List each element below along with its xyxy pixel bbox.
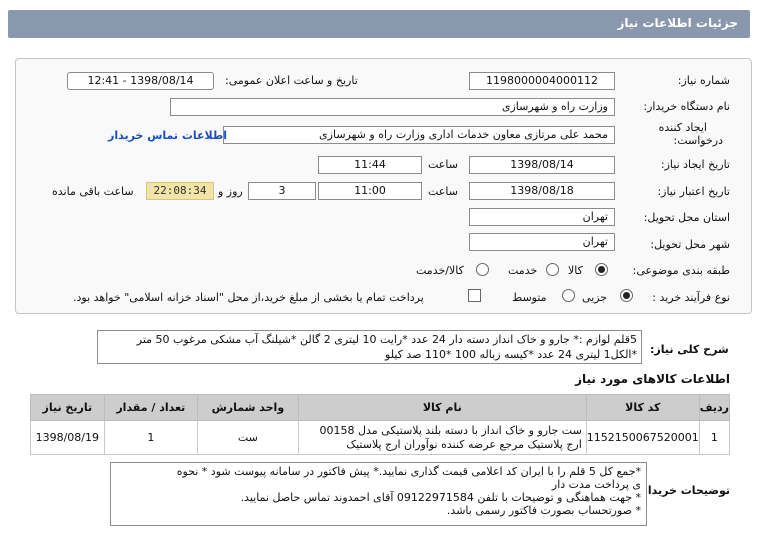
buyer-contact-link[interactable]: اطلاعات تماس خریدار xyxy=(108,129,227,142)
validity-label: تاریخ اعتبار نیاز: xyxy=(657,185,730,198)
col-row: ردیف xyxy=(698,394,731,421)
items-table-header: ردیف کد کالا نام کالا واحد شمارش تعداد /… xyxy=(30,394,731,421)
category-both-label: کالا/خدمت xyxy=(416,264,464,277)
item-unit: ست xyxy=(197,420,299,455)
col-name: نام کالا xyxy=(297,394,587,421)
notes-line: * صورتحساب بصورت فاکتور رسمی باشد. xyxy=(446,504,641,517)
validity-hour-label: ساعت xyxy=(428,185,458,198)
notes-label: توضیحات خریدار: xyxy=(637,484,730,497)
city-label: شهر محل تحویل: xyxy=(650,238,730,251)
need-number-field: 1198000004000112 xyxy=(469,72,615,90)
col-qty: تعداد / مقدار xyxy=(103,394,199,421)
item-name-line: ست جارو و خاک انداز با دسته بلند پلاستیک… xyxy=(319,423,582,437)
remaining-label: ساعت باقی مانده xyxy=(52,185,134,198)
category-service-label: خدمت xyxy=(508,264,538,277)
need-number-label: شماره نیاز: xyxy=(677,74,730,87)
row-number: 1 xyxy=(698,420,731,455)
description-line: *الکل1 لیتری 24 عدد *کیسه زباله 100 *110… xyxy=(385,348,637,361)
creator-field: محمد علی مرتازی معاون خدمات اداری وزارت … xyxy=(223,126,615,144)
buyer-org-field: وزارت راه و شهرسازی xyxy=(170,98,615,116)
process-minor-label: جزیی xyxy=(582,291,608,304)
creator-label-2: درخواست: xyxy=(673,134,723,147)
items-table: ردیف کد کالا نام کالا واحد شمارش تعداد /… xyxy=(30,394,731,455)
days-label: روز و xyxy=(218,185,243,198)
item-code: 1152150067520001 xyxy=(585,420,700,455)
col-code: کد کالا xyxy=(585,394,700,421)
buyer-org-label: نام دستگاه خریدار: xyxy=(643,100,730,113)
treasury-payment-note: پرداخت تمام یا بخشی از مبلغ خرید،از محل … xyxy=(73,291,424,304)
validity-time-field: 11:00 xyxy=(318,182,422,200)
item-date: 1398/08/19 xyxy=(30,420,105,455)
province-field: تهران xyxy=(469,208,615,226)
created-hour-label: ساعت xyxy=(428,158,458,171)
days-field: 3 xyxy=(248,182,316,200)
table-row: 1 1152150067520001 ست جارو و خاک انداز ب… xyxy=(30,420,731,455)
announce-field: 1398/08/14 - 12:41 xyxy=(67,72,214,90)
validity-date-field: 1398/08/18 xyxy=(469,182,615,200)
created-date-label: تاریخ ایجاد نیاز: xyxy=(660,158,730,171)
process-medium-label: متوسط xyxy=(512,291,547,304)
announce-label: تاریخ و ساعت اعلان عمومی: xyxy=(225,74,358,87)
notes-line: *جمع کل 5 قلم را با ایران کد اعلامی قیمت… xyxy=(176,465,641,478)
remaining-time-badge: 22:08:34 xyxy=(146,182,214,200)
category-both-radio[interactable] xyxy=(476,263,489,276)
city-field: تهران xyxy=(469,233,615,251)
description-line: 5قلم لوازم :* جارو و خاک انداز دسته دار … xyxy=(136,333,637,346)
process-label: نوع فرآیند خرید : xyxy=(652,291,730,304)
category-goods-label: کالا xyxy=(568,264,583,277)
item-qty: 1 xyxy=(103,420,199,455)
creator-label: ایجاد کننده xyxy=(658,121,707,134)
process-minor-radio[interactable] xyxy=(620,289,633,302)
created-date-field: 1398/08/14 xyxy=(469,156,615,174)
description-label: شرح کلی نیاز: xyxy=(650,343,729,356)
created-time-field: 11:44 xyxy=(318,156,422,174)
page-title: جزئیات اطلاعات نیاز xyxy=(617,16,738,30)
item-name: ست جارو و خاک انداز با دسته بلند پلاستیک… xyxy=(297,420,587,455)
col-unit: واحد شمارش xyxy=(197,394,299,421)
province-label: استان محل تحویل: xyxy=(643,211,730,224)
treasury-payment-checkbox[interactable] xyxy=(468,289,481,302)
process-medium-radio[interactable] xyxy=(562,289,575,302)
items-section-title: اطلاعات کالاهای مورد نیاز xyxy=(575,372,730,386)
item-name-line: ارج پلاستیک مرجع عرضه کننده نوآوران ارج … xyxy=(346,437,582,451)
page-header: جزئیات اطلاعات نیاز xyxy=(8,10,750,38)
notes-line: ی پرداخت مدت دار xyxy=(551,478,641,491)
notes-line: * جهت هماهنگی و توضیحات با تلفن 09122971… xyxy=(240,491,641,504)
col-date: تاریخ نیاز xyxy=(30,394,105,421)
category-goods-radio[interactable] xyxy=(595,263,608,276)
category-service-radio[interactable] xyxy=(546,263,559,276)
description-box: 5قلم لوازم :* جارو و خاک انداز دسته دار … xyxy=(97,330,642,364)
category-label: طبقه بندی موضوعی: xyxy=(632,264,730,277)
buyer-notes-box: *جمع کل 5 قلم را با ایران کد اعلامی قیمت… xyxy=(110,462,647,526)
